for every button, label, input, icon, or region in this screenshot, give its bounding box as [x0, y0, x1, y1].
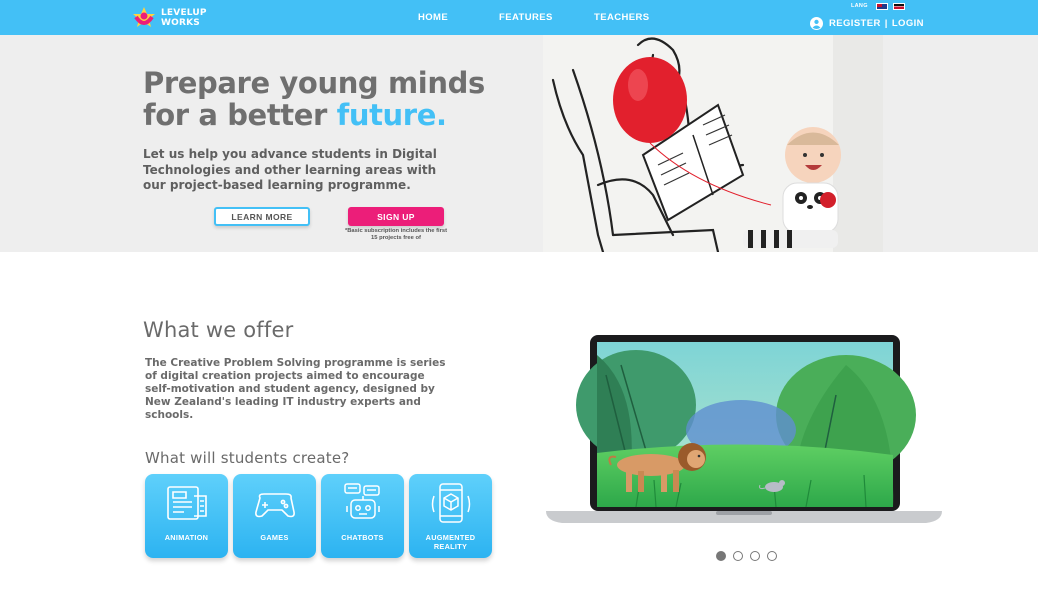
auth-links: REGISTER | LOGIN — [810, 16, 924, 30]
learn-more-button[interactable]: LEARN MORE — [214, 207, 310, 226]
hero-photo — [543, 35, 883, 252]
carousel-dot-1[interactable] — [716, 551, 726, 561]
signup-note: *Basic subscription includes the first 1… — [344, 228, 448, 241]
carousel-dots — [716, 551, 784, 561]
carousel-dot-2[interactable] — [733, 551, 743, 561]
nz-flag-icon[interactable] — [876, 3, 888, 10]
logo-line1: LEVELUP — [161, 8, 207, 18]
hero-title-prefix: for a better — [143, 98, 337, 132]
create-title: What will students create? — [145, 449, 350, 467]
hero-title: Prepare young minds for a better future. — [143, 67, 563, 131]
offer-description: The Creative Problem Solving programme i… — [145, 357, 446, 421]
card-chatbots[interactable]: CHATBOTS — [321, 474, 404, 558]
card-label: CHATBOTS — [341, 533, 384, 542]
page: LEVELUP WORKS HOME FEATURES TEACHERS LAN… — [0, 0, 1038, 599]
chatbot-icon — [344, 483, 380, 519]
card-label: GAMES — [260, 533, 289, 542]
hero-title-line2: for a better future. — [143, 99, 563, 131]
card-animation[interactable]: ANIMATION — [145, 474, 228, 558]
ar-phone-icon — [431, 483, 471, 523]
offer-title: What we offer — [143, 318, 294, 342]
hero-title-accent: future. — [336, 98, 447, 132]
maori-flag-icon[interactable] — [893, 3, 905, 10]
logo[interactable]: LEVELUP WORKS — [131, 4, 221, 32]
user-circle-icon — [810, 16, 823, 30]
top-navbar: LEVELUP WORKS HOME FEATURES TEACHERS LAN… — [0, 0, 1038, 35]
laptop-preview — [546, 335, 942, 523]
card-label: AUGMENTED REALITY — [409, 533, 492, 551]
lang-label: LANG — [851, 3, 868, 9]
nav-home[interactable]: HOME — [418, 12, 448, 23]
logo-line2: WORKS — [161, 18, 200, 28]
carousel-dot-3[interactable] — [750, 551, 760, 561]
gamepad-icon — [255, 493, 295, 518]
logo-text: LEVELUP WORKS — [161, 8, 207, 28]
hero-subtitle: Let us help you advance students in Digi… — [143, 147, 437, 192]
login-link[interactable]: LOGIN — [892, 18, 924, 29]
nav-features[interactable]: FEATURES — [499, 12, 553, 23]
animation-icon — [167, 486, 207, 520]
card-games[interactable]: GAMES — [233, 474, 316, 558]
nav-teachers[interactable]: TEACHERS — [594, 12, 649, 23]
logo-icon — [133, 7, 155, 27]
auth-separator: | — [884, 17, 888, 29]
register-link[interactable]: REGISTER — [829, 18, 881, 29]
card-label-text: AUGMENTED REALITY — [425, 533, 476, 551]
carousel-dot-4[interactable] — [767, 551, 777, 561]
card-label: ANIMATION — [164, 533, 209, 542]
hero-title-line1: Prepare young minds — [143, 66, 485, 100]
sign-up-button[interactable]: SIGN UP — [348, 207, 444, 226]
card-augmented-reality[interactable]: AUGMENTED REALITY — [409, 474, 492, 558]
